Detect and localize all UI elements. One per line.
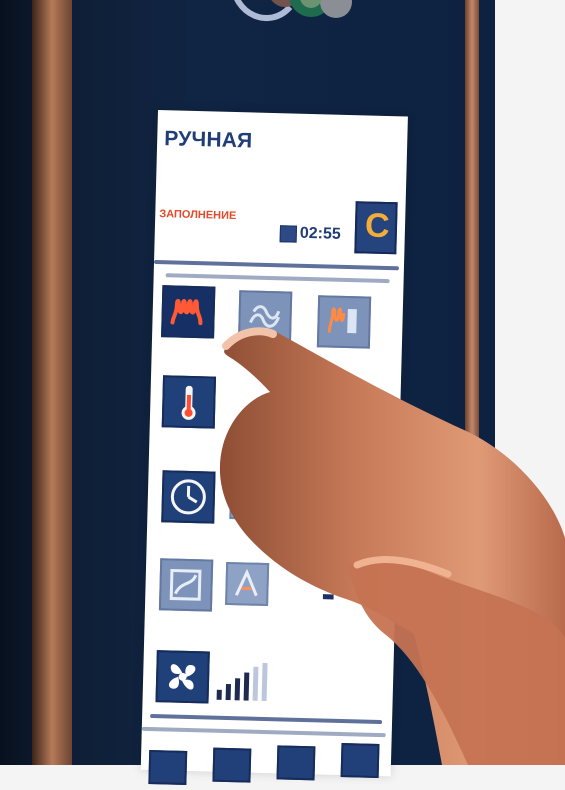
heating-element-icon bbox=[163, 287, 213, 336]
screen-title: РУЧНАЯ bbox=[164, 127, 253, 153]
mode-letter: C bbox=[365, 208, 390, 243]
vent-icon bbox=[161, 560, 211, 609]
fan-icon bbox=[158, 652, 208, 701]
vent-button[interactable] bbox=[159, 558, 213, 611]
left-frame bbox=[32, 0, 72, 765]
heating-mode-button[interactable] bbox=[161, 285, 215, 338]
hand-image bbox=[210, 315, 565, 765]
top-divider-secondary bbox=[166, 273, 390, 283]
timer-button[interactable] bbox=[161, 470, 215, 523]
top-divider bbox=[154, 260, 399, 270]
small-control-button[interactable] bbox=[280, 225, 297, 242]
mode-c-icon[interactable]: C bbox=[354, 201, 397, 254]
time-display: 02:55 bbox=[300, 225, 341, 244]
status-text: ЗАПОЛНЕНИЕ bbox=[159, 208, 236, 222]
temperature-button[interactable] bbox=[162, 375, 216, 428]
fan-button[interactable] bbox=[155, 650, 209, 703]
clock-icon bbox=[163, 472, 213, 521]
device-logo-icon bbox=[215, 0, 365, 65]
thermometer-icon bbox=[164, 377, 214, 426]
bottom-action-1[interactable] bbox=[148, 750, 187, 785]
